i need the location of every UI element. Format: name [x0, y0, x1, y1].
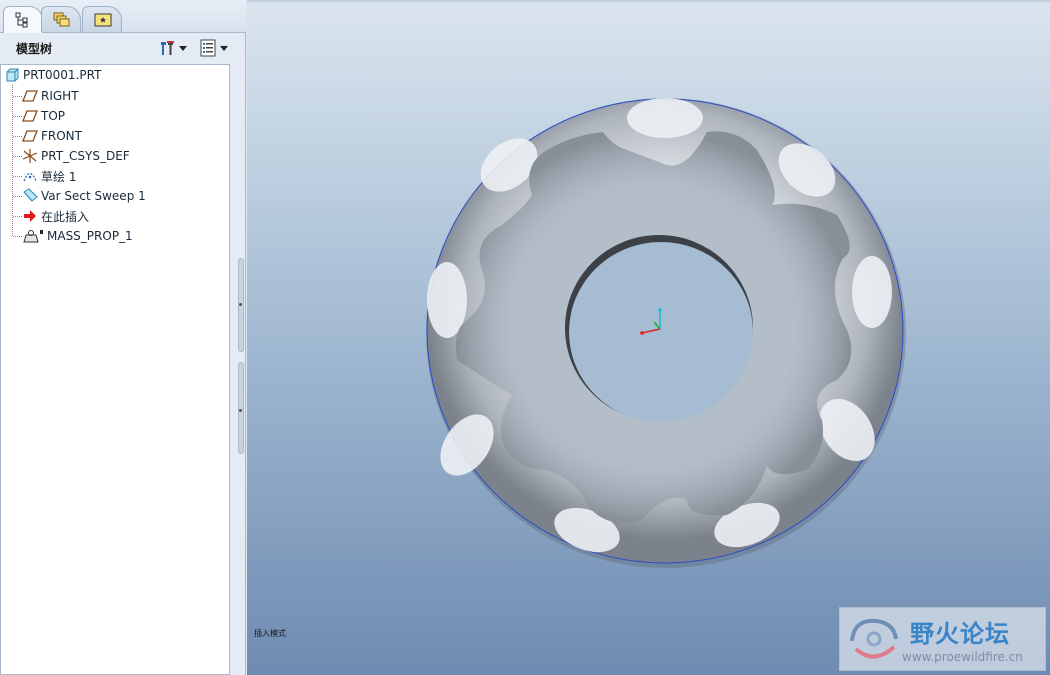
sketch-icon	[22, 168, 38, 184]
tree-connector	[13, 136, 22, 137]
tree-connector	[13, 116, 22, 117]
navigator-panel: 模型树 PRT0001.PRT RIGHT TOP FRONT PRT_CSYS…	[0, 0, 246, 675]
tree-item-label: RIGHT	[41, 89, 79, 103]
tree-item-label: Var Sect Sweep 1	[41, 189, 146, 203]
tree-item-label: 草绘 1	[41, 169, 77, 184]
model-tree-tab[interactable]	[3, 6, 43, 33]
tree-item-top[interactable]: TOP	[22, 106, 65, 126]
tree-item-label: 在此插入	[41, 209, 90, 224]
tree-item-csys[interactable]: PRT_CSYS_DEF	[22, 146, 130, 166]
tree-item-sketch[interactable]: 草绘 1	[22, 166, 76, 186]
panel-splitter[interactable]	[237, 258, 245, 454]
part-icon	[4, 67, 20, 83]
tree-item-mass-prop[interactable]: MASS_PROP_1	[22, 226, 133, 246]
forum-watermark: 野火论坛 www.proewildfire.cn	[839, 607, 1046, 671]
insert-here-arrow-icon	[22, 208, 38, 224]
tree-item-label: MASS_PROP_1	[47, 229, 133, 243]
coordinate-system-icon	[22, 148, 38, 164]
tree-connector	[13, 176, 22, 177]
list-view-icon	[200, 39, 216, 57]
tree-item-insert-here[interactable]: 在此插入	[22, 206, 89, 226]
tree-icon	[15, 12, 28, 28]
center-hole	[569, 242, 753, 422]
tree-connector	[13, 216, 22, 217]
watermark-url: www.proewildfire.cn	[902, 650, 1023, 664]
tree-header: 模型树	[0, 33, 246, 63]
datum-plane-icon	[22, 108, 38, 124]
mass-properties-icon	[22, 228, 44, 244]
layers-tab[interactable]	[41, 6, 81, 32]
chevron-down-icon	[179, 45, 187, 51]
tree-item-label: FRONT	[41, 129, 82, 143]
model-graphics	[426, 98, 906, 568]
grip-dot	[239, 303, 242, 306]
mode-status-label: 插入模式	[254, 629, 286, 638]
layers-icon	[53, 12, 70, 27]
tree-item-label: PRT_CSYS_DEF	[41, 149, 130, 163]
chevron-down-icon	[220, 45, 228, 51]
tree-connector	[13, 96, 22, 97]
graphics-viewport[interactable]: 插入模式 野火论坛 www.proewildfire.cn	[247, 0, 1050, 675]
splitter-handle-bottom[interactable]	[238, 362, 244, 454]
tree-root-part[interactable]: PRT0001.PRT	[4, 65, 101, 85]
tree-connector	[12, 85, 13, 236]
settings-dropdown-button[interactable]	[158, 38, 187, 58]
forum-logo-icon	[850, 618, 898, 659]
grip-dot	[239, 409, 242, 412]
tools-icon	[161, 41, 174, 55]
tree-item-sweep[interactable]: Var Sect Sweep 1	[22, 186, 146, 206]
tree-item-front[interactable]: FRONT	[22, 126, 82, 146]
sweep-feature-icon	[22, 188, 38, 204]
show-dropdown-button[interactable]	[199, 38, 228, 58]
tree-connector	[13, 196, 22, 197]
tree-item-label: TOP	[41, 109, 66, 123]
model-tree: PRT0001.PRT RIGHT TOP FRONT PRT_CSYS_DEF	[0, 64, 230, 675]
watermark-title: 野火论坛	[910, 620, 1010, 648]
tree-item-label: PRT0001.PRT	[23, 68, 102, 82]
datum-plane-icon	[22, 88, 38, 104]
tree-connector	[13, 236, 22, 237]
tree-connector	[13, 156, 22, 157]
folder-icon	[94, 13, 112, 27]
panel-title: 模型树	[16, 42, 53, 56]
datum-plane-icon	[22, 128, 38, 144]
navigator-tabs	[0, 0, 246, 33]
folder-browser-tab[interactable]	[82, 6, 122, 32]
tree-item-right[interactable]: RIGHT	[22, 86, 79, 106]
